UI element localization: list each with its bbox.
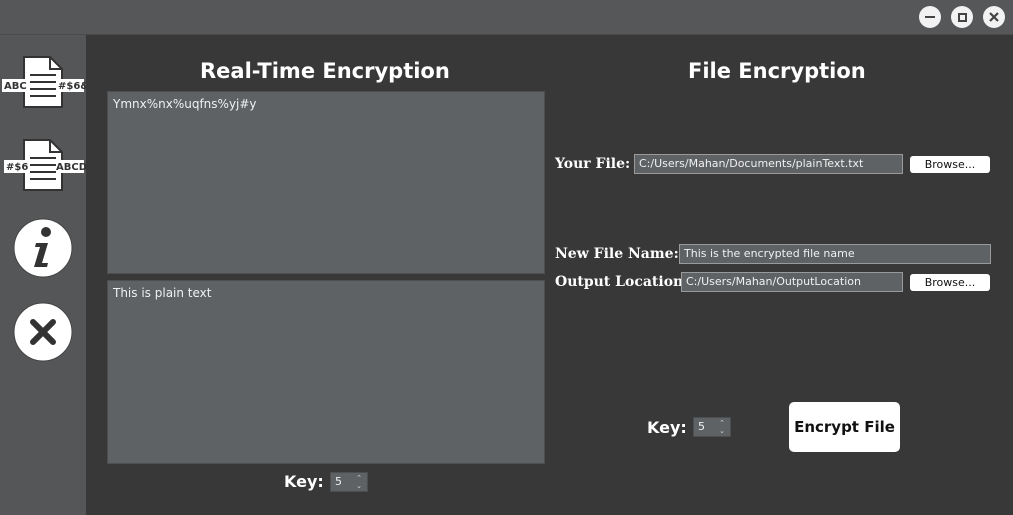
info-icon [13,218,73,278]
realtime-key-label: Key: [284,472,324,491]
file-key-spinbox[interactable]: 5 ⌃ ⌄ [693,417,731,437]
plain-text-area[interactable]: This is plain text [107,280,545,464]
decrypt-left-text: #$6 [6,162,28,173]
realtime-key-value: 5 [335,475,342,488]
encrypt-left-text: ABC [4,81,27,92]
file-key-value: 5 [698,420,705,433]
sidebar-item-info[interactable] [0,217,86,279]
encrypt-file-button[interactable]: Encrypt File [789,402,900,452]
sidebar-item-exit[interactable] [0,301,86,363]
close-icon [989,12,999,22]
spin-arrows-icon[interactable]: ⌃ ⌄ [717,419,727,435]
your-file-label: Your File: [555,156,631,172]
decrypt-document-icon: #$6 ABCD [4,139,86,191]
close-button[interactable] [983,6,1005,28]
spin-arrows-icon[interactable]: ⌃ ⌄ [354,474,364,490]
realtime-title: Real-Time Encryption [200,59,450,83]
new-file-name-label: New File Name: [555,246,679,262]
minimize-icon [925,16,935,18]
maximize-icon [957,12,967,22]
file-key-label: Key: [647,418,687,437]
file-title: File Encryption [688,59,866,83]
output-location-field[interactable]: C:/Users/Mahan/OutputLocation [681,272,903,292]
browse-file-button[interactable]: Browse... [910,156,990,173]
new-file-name-field[interactable]: This is the encrypted file name [679,244,991,264]
main-panel: Real-Time Encryption Ymnx%nx%uqfns%yj#y … [86,35,1013,515]
sidebar-item-decrypt[interactable]: #$6 ABCD [0,134,86,194]
sidebar-item-encrypt[interactable]: ABC #$6& [0,51,86,111]
realtime-key-spinbox[interactable]: 5 ⌃ ⌄ [330,472,368,492]
cipher-text-area[interactable]: Ymnx%nx%uqfns%yj#y [107,91,545,274]
output-location-label: Output Location [555,274,684,290]
decrypt-right-text: ABCD [56,162,86,173]
maximize-button[interactable] [951,6,973,28]
sidebar: ABC #$6& #$6 ABCD [0,35,86,515]
title-bar [0,0,1013,35]
encrypt-right-text: #$6& [58,81,86,92]
browse-output-button[interactable]: Browse... [910,274,990,291]
your-file-field[interactable]: C:/Users/Mahan/Documents/plainText.txt [634,154,903,174]
minimize-button[interactable] [919,6,941,28]
exit-icon [13,302,73,362]
encrypt-document-icon: ABC #$6& [2,56,86,108]
